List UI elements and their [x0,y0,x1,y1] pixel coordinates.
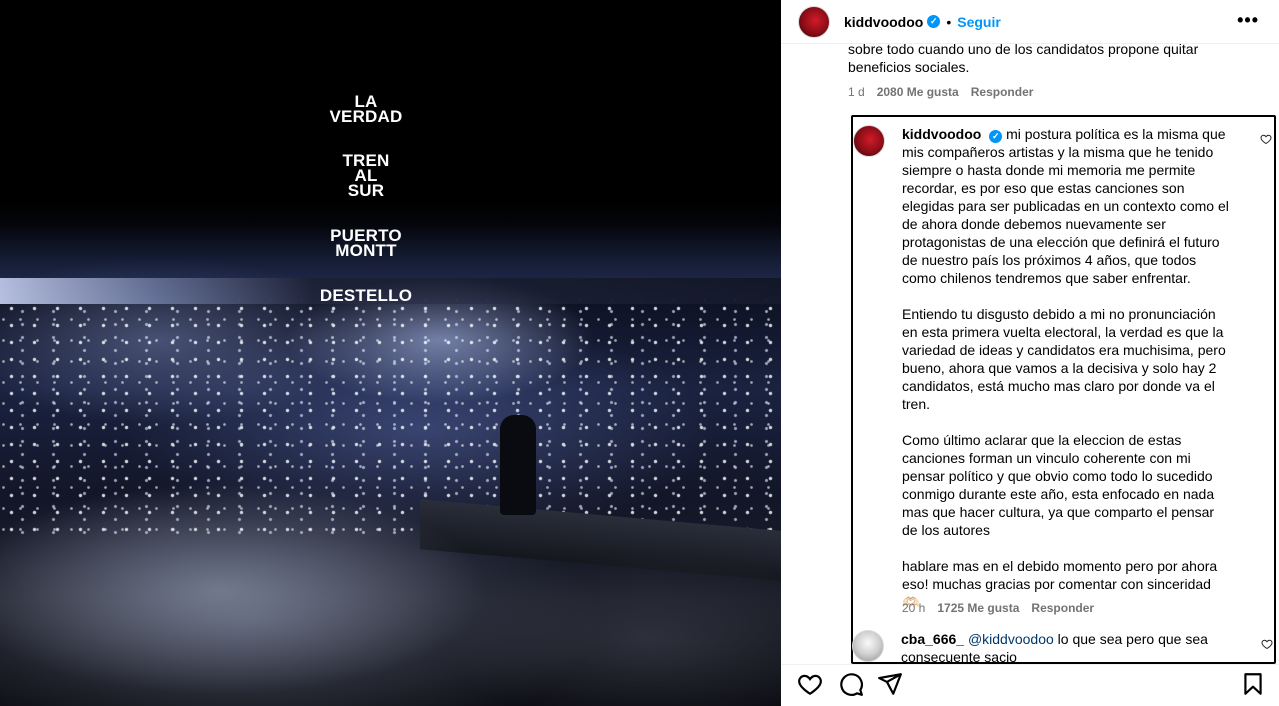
verified-badge-icon: ✓ [927,15,941,28]
comment-likes[interactable]: 1725 Me gusta [937,601,1019,615]
post-actions-bar [781,664,1279,706]
bookmark-icon[interactable] [1240,671,1266,697]
comment-likes[interactable]: 2080 Me gusta [877,85,959,99]
comment-username[interactable]: cba_666_ [901,631,964,647]
heart-icon[interactable] [1260,133,1272,145]
highlighted-reply: kiddvoodoo ✓ mi postura política es la m… [851,115,1276,664]
track-title: LA VERDAD [329,92,403,126]
track-title: PUERTO MONTT [330,226,402,260]
post-media[interactable]: LA VERDAD TREN AL SUR PUERTO MONTT DESTE… [0,0,781,706]
parent-comment-text: sobre todo cuando uno de los candidatos … [848,44,1199,75]
avatar[interactable] [798,5,830,38]
track-title: DESTELLO [319,286,413,305]
reply-paragraph: Entiendo tu disgusto debido a mi no pron… [902,306,1226,412]
reply-body: kiddvoodoo ✓ mi postura política es la m… [902,125,1232,629]
comment-time[interactable]: 20 h [902,601,925,615]
reply-username[interactable]: kiddvoodoo [902,126,981,142]
comment-item: cba_666_ @kiddvoodoo lo que sea pero que… [848,628,1273,664]
reply-paragraph: mi postura política es la misma que mis … [902,126,1229,286]
comment-time[interactable]: 1 d [848,85,865,99]
tracklist-overlay: LA VERDAD TREN AL SUR PUERTO MONTT DESTE… [0,0,732,706]
share-icon[interactable] [877,671,903,697]
more-options-icon[interactable]: ••• [1237,10,1259,31]
track-title: TREN AL SUR [342,151,390,200]
author-username[interactable]: kiddvoodoo [844,14,923,30]
separator-dot: • [946,13,952,30]
avatar[interactable] [853,125,885,157]
reply-button[interactable]: Responder [971,85,1034,99]
verified-badge-icon: ✓ [989,129,1003,143]
follow-button[interactable]: Seguir [957,14,1001,30]
comment-body: cba_666_ @kiddvoodoo lo que sea pero que… [901,630,1231,664]
post-header: kiddvoodoo ✓ • Seguir ••• [781,0,1279,44]
heart-icon[interactable] [797,671,823,697]
reply-meta: 20 h 1725 Me gusta Responder [902,601,1094,615]
comment-icon[interactable] [838,671,864,697]
comments-list[interactable]: sobre todo cuando uno de los candidatos … [781,44,1279,664]
heart-icon[interactable] [1261,638,1273,650]
mention-link[interactable]: @kiddvoodoo [968,631,1054,647]
parent-comment-meta: 1 d 2080 Me gusta Responder [848,85,1033,99]
post-sidebar: kiddvoodoo ✓ • Seguir ••• sobre todo cua… [781,0,1279,706]
reply-paragraph: Como último aclarar que la eleccion de e… [902,432,1215,538]
reply-button[interactable]: Responder [1031,601,1094,615]
avatar[interactable] [852,630,884,662]
